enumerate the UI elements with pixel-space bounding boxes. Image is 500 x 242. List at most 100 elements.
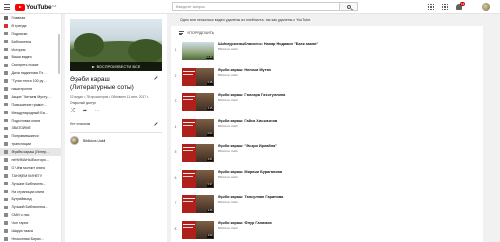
- sidebar-item[interactable]: "Туган телга 100 ру…: [0, 77, 61, 85]
- video-thumbnail[interactable]: 6:02: [182, 118, 214, 137]
- sidebar-item[interactable]: Әүабм караш (Литер…: [0, 148, 61, 157]
- search-button[interactable]: [340, 2, 358, 11]
- sidebar-item[interactable]: неНИМАНЫЕистори…: [0, 156, 61, 164]
- sidebar-item[interactable]: О Чём молчит книга: [0, 164, 61, 172]
- sidebar-item[interactable]: На страницах книги: [0, 188, 61, 196]
- sidebar-item-label: Международный Би…: [11, 110, 49, 115]
- edit-description-icon[interactable]: [154, 122, 160, 128]
- playlist-thumbnail[interactable]: ВОСПРОИЗВЕСТИ ВСЕ: [70, 19, 162, 71]
- sidebar-scrollbar[interactable]: [58, 34, 60, 74]
- edit-title-icon[interactable]: [154, 76, 160, 82]
- video-thumbnail[interactable]: 5:37: [182, 169, 214, 188]
- video-thumbnail[interactable]: 3:46: [182, 195, 214, 213]
- sidebar-item[interactable]: Лучший Библиотека…: [0, 203, 61, 211]
- liked-icon: [4, 134, 8, 139]
- owner-name[interactable]: Bibliokos Ualdi: [83, 139, 105, 143]
- playlist-icon: [4, 229, 8, 233]
- video-channel[interactable]: Bibliokos Ualdi: [218, 226, 272, 230]
- sidebar-item[interactable]: Главная: [0, 14, 61, 22]
- sidebar-item[interactable]: Акция "Читаем Мусту…: [0, 93, 61, 101]
- video-title[interactable]: Әҙәби караш: Мирвәи Бураганова: [218, 170, 282, 175]
- sidebar-item[interactable]: Библиотека: [0, 38, 61, 46]
- share-icon[interactable]: ➦: [82, 108, 88, 114]
- video-thumbnail[interactable]: 4:51: [182, 144, 214, 162]
- video-thumbnail[interactable]: 4:09: [182, 220, 214, 239]
- shuffle-icon[interactable]: ⤮: [70, 108, 76, 114]
- playlist-video-row[interactable]: 4 6:02 Әҙәби караш: Гайса Хисәмәнов Bibliok…: [171, 117, 483, 139]
- sidebar-item[interactable]: Лучшие Библиотек…: [0, 180, 61, 188]
- video-duration: 4:15: [206, 106, 213, 110]
- youtube-logo[interactable]: YouTube KZ: [15, 3, 56, 11]
- video-thumbnail[interactable]: 10:23: [182, 42, 214, 60]
- playlist-video-row[interactable]: 5 4:51 Әҙәби караш: "Әсәри Ирлайла" Bibliok…: [171, 142, 483, 164]
- sidebar-item[interactable]: Повышение грамот…: [0, 101, 61, 109]
- playlist-icon: [4, 142, 8, 146]
- playlist-icon: [4, 71, 8, 75]
- playlist-icon: [4, 126, 8, 131]
- sidebar-item[interactable]: Смотреть позже: [0, 61, 61, 69]
- video-channel[interactable]: Bibliokos Ualdi: [218, 98, 285, 102]
- sidebar-item[interactable]: трансляции: [0, 140, 61, 148]
- sidebar-item[interactable]: ЗВАТОЙМЕ: [0, 124, 61, 132]
- video-title[interactable]: Әҙәби караш: Флур Галимов: [218, 221, 272, 226]
- video-index: 7: [174, 201, 177, 205]
- playlist-owner[interactable]: Bibliokos Ualdi: [70, 136, 105, 145]
- sidebar-item-label: Акция "Читаем Мусту…: [11, 94, 51, 99]
- sidebar-item[interactable]: Международный Би…: [0, 109, 61, 117]
- sort-button[interactable]: УПОРЯДОЧИТЬ: [179, 31, 214, 35]
- sidebar-item-label: Подготовка книги: [11, 118, 41, 123]
- account-avatar[interactable]: [482, 3, 490, 11]
- playlist-icon: [4, 110, 8, 115]
- sidebar-item[interactable]: Дачи надиктова Пт…: [0, 69, 61, 77]
- video-info: Әҙәби караш: "Әсәри Ирлайла" Bibliokos Ua…: [218, 142, 277, 153]
- video-thumbnail[interactable]: 4:15: [182, 93, 214, 111]
- sidebar-item[interactable]: Бутрийвыхд: [0, 195, 61, 203]
- owner-avatar[interactable]: [70, 136, 79, 145]
- playlist-icon: [4, 166, 8, 170]
- sidebar-item[interactable]: В тренде: [0, 22, 61, 30]
- sidebar-item[interactable]: ТАНҖЕМ КИНЕГУ: [0, 172, 61, 180]
- playlist-video-row[interactable]: 1 10:23 Шәһмурзинаәблискенә: Нанар Нидааин…: [171, 40, 483, 62]
- play-all-button[interactable]: ВОСПРОИЗВЕСТИ ВСЕ: [70, 62, 162, 71]
- library-icon: [4, 39, 8, 44]
- sidebar-item[interactable]: Ваши видео: [0, 53, 61, 61]
- sidebar-item-label: В тренде: [11, 23, 27, 28]
- playlist-video-row[interactable]: 8 4:09 Әҙәби караш: Флур Галимов Bibliokos …: [171, 219, 483, 241]
- video-channel[interactable]: Bibliokos Ualdi: [218, 124, 277, 128]
- playlist-icon: [4, 205, 8, 210]
- search-icon: [346, 4, 351, 9]
- video-channel[interactable]: Bibliokos Ualdi: [218, 73, 271, 77]
- video-title[interactable]: Әҙәби караш: Нигмәи Мутан: [218, 68, 271, 73]
- video-title[interactable]: Әҙәби караш: Гайса Хисәмәнов: [218, 119, 277, 124]
- more-icon[interactable]: ⋯: [94, 108, 100, 114]
- menu-icon[interactable]: [4, 4, 10, 10]
- sidebar-item[interactable]: История: [0, 46, 61, 54]
- playlist-video-row[interactable]: 6 5:37 Әҙәби караш: Мирвәи Бураганова Bibli…: [171, 168, 483, 190]
- sidebar-item[interactable]: Шаруа тааса: [0, 227, 61, 235]
- video-channel[interactable]: Bibliokos Ualdi: [218, 200, 283, 204]
- search-input[interactable]: Введите запрос: [172, 2, 340, 11]
- playlist-actions: ⤮ ➦ ⋯: [70, 108, 100, 114]
- upload-icon[interactable]: [428, 4, 434, 10]
- sidebar-item[interactable]: Подписки: [0, 30, 61, 38]
- sidebar-item[interactable]: Чон тарих: [0, 219, 61, 227]
- video-thumbnail[interactable]: 5:48: [182, 67, 214, 86]
- watch-later-icon: [4, 63, 8, 68]
- video-channel[interactable]: Bibliokos Ualdi: [218, 175, 282, 179]
- sidebar-item[interactable]: Подготовка книги: [0, 117, 61, 125]
- playlist-video-row[interactable]: 2 5:48 Әҙәби караш: Нигмәи Мутан Bibliokos …: [171, 66, 483, 88]
- sidebar-item-label: Неоконная Бирах…: [11, 236, 45, 241]
- playlist-video-row[interactable]: 3 4:15 Әҙәби караш: Гөлсара Гөхәтуллина Bib…: [171, 91, 483, 113]
- sidebar-item[interactable]: Понравившиеся: [0, 132, 61, 140]
- sidebar-item[interactable]: нашитролли: [0, 85, 61, 93]
- sidebar-item[interactable]: СМИ о нас: [0, 211, 61, 219]
- video-duration: 5:48: [206, 81, 213, 85]
- video-channel[interactable]: Bibliokos Ualdi: [218, 149, 277, 153]
- video-channel[interactable]: Bibliokos Ualdi: [218, 47, 318, 51]
- playlist-video-row[interactable]: 7 3:46 Әҙәби караш: Тансулпан Гарипова Bibl…: [171, 193, 483, 215]
- apps-icon[interactable]: [442, 4, 448, 10]
- access-selector[interactable]: Открытый доступ: [70, 101, 96, 105]
- sidebar-item-label: Ваши видео: [11, 55, 32, 60]
- sidebar-item-label: Шаруа тааса: [11, 228, 33, 233]
- sidebar-item[interactable]: Неоконная Бирах…: [0, 235, 61, 242]
